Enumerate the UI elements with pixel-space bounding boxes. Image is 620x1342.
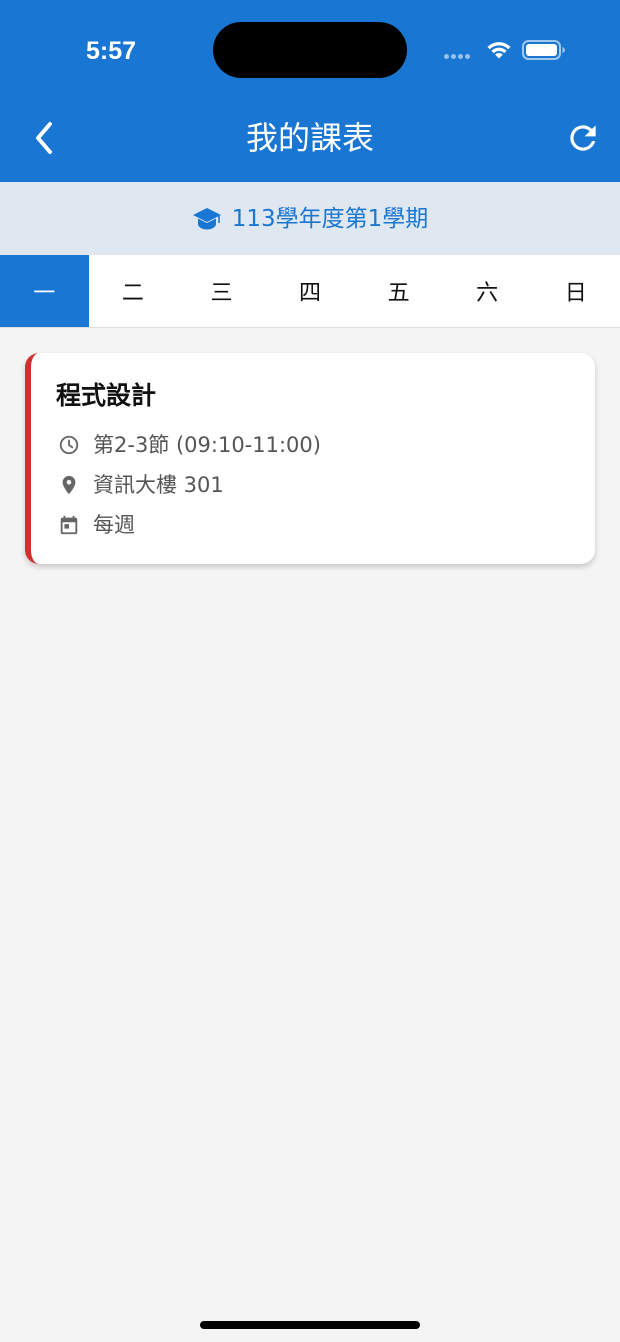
course-card[interactable]: 程式設計 第2-3節 (09:10-11:00) 資訊大樓 301 每週 bbox=[25, 353, 595, 564]
tab-wednesday[interactable]: 三 bbox=[177, 255, 266, 327]
dynamic-island bbox=[213, 22, 407, 78]
battery-icon bbox=[522, 40, 565, 60]
tab-sunday[interactable]: 日 bbox=[531, 255, 620, 327]
refresh-button[interactable] bbox=[564, 119, 602, 157]
cellular-signal-icon bbox=[444, 54, 476, 60]
tab-friday[interactable]: 五 bbox=[354, 255, 443, 327]
status-time: 5:57 bbox=[86, 37, 137, 65]
home-indicator[interactable] bbox=[200, 1321, 420, 1329]
course-name: 程式設計 bbox=[56, 381, 157, 410]
location-pin-icon bbox=[62, 475, 76, 495]
course-time: 第2-3節 (09:10-11:00) bbox=[93, 433, 321, 457]
tab-saturday[interactable]: 六 bbox=[443, 255, 532, 327]
weekday-tabs: 一 二 三 四 五 六 日 bbox=[0, 255, 620, 328]
semester-bar: 113學年度第1學期 bbox=[0, 182, 620, 255]
course-frequency-row: 每週 bbox=[58, 510, 558, 540]
graduation-cap-icon bbox=[192, 207, 221, 229]
wifi-icon bbox=[487, 42, 511, 59]
calendar-icon bbox=[60, 515, 78, 535]
refresh-icon bbox=[570, 125, 596, 151]
app-header: 5:57 我的課表 bbox=[0, 0, 620, 182]
course-location: 資訊大樓 301 bbox=[93, 473, 224, 497]
course-frequency: 每週 bbox=[93, 513, 135, 537]
tab-thursday[interactable]: 四 bbox=[266, 255, 355, 327]
page-title: 我的課表 bbox=[245, 119, 374, 157]
tab-tuesday[interactable]: 二 bbox=[89, 255, 178, 327]
course-location-row: 資訊大樓 301 bbox=[58, 470, 558, 500]
course-time-row: 第2-3節 (09:10-11:00) bbox=[58, 430, 558, 460]
semester-label: 113學年度第1學期 bbox=[231, 205, 429, 232]
back-button[interactable] bbox=[26, 116, 64, 160]
clock-icon bbox=[59, 435, 79, 455]
chevron-left-icon bbox=[36, 122, 52, 154]
tab-monday[interactable]: 一 bbox=[0, 255, 89, 327]
